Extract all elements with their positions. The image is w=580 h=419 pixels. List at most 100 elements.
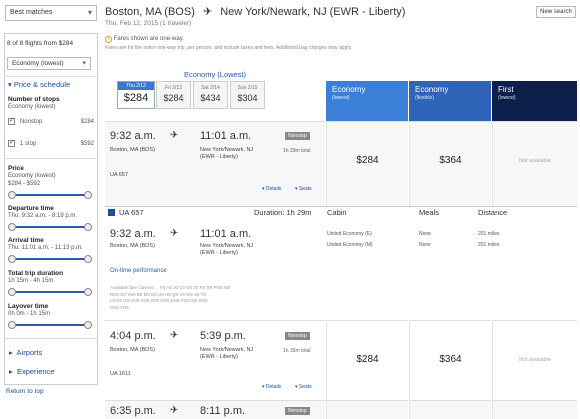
notice-line-1: i Fares shown are one-way. [105,36,577,43]
arrival-slider[interactable] [8,255,92,263]
cabin-select[interactable]: Economy (lowest) ▾ [7,57,91,70]
slider-track [11,291,89,293]
details-origin: Boston, MA (BOS) [110,243,155,249]
divider [4,338,98,339]
cabin-row-0-meals: None [419,231,431,237]
fare-price: $284 [356,354,379,365]
details-dest-line2: (EWR - Liberty) [200,250,238,256]
fare-classes-line-2: RN0 S0 YN9 B9 M9 E9 U9 H9 Q9 V9 W9 S9 T9 [110,291,206,297]
airplane-icon: ✈ [170,330,179,341]
cabin-row-1-cabin: United Economy (M) [327,242,373,248]
flight-number: UA 1611 [110,371,131,377]
fare-classes-line-3: L9 K9 G9 UN9 XN9 ZN9 NR0 DN9 PZ0 IN0 RN0 [110,298,208,303]
arrive-time: 8:11 p.m. [200,405,246,417]
arrival-filter-range: Thu. 11:01 a.m. - 11:13 p.m. [8,245,83,251]
slider-handle-min[interactable] [8,321,16,329]
slider-handle-max[interactable] [84,223,92,231]
fare-column-sub: (lowest) [498,95,516,101]
fare-column-economy-lowest[interactable]: Economy (lowest) [326,81,408,121]
nonstop-badge: Nonstop [285,407,310,415]
arrive-time: 5:39 p.m. [200,330,246,342]
fare-column-name: Economy [415,85,449,94]
details-link[interactable]: ▾ Details [262,186,281,192]
fare-cell-economy[interactable]: $284 [326,121,408,206]
seats-link[interactable]: ▾ Seats [295,186,312,192]
trip-duration: 1h 29m total [283,148,311,154]
details-flight-number: UA 657 [119,208,144,217]
fare-cell-flexible[interactable]: $364 [409,121,491,206]
divider [4,158,98,159]
cabin-row-0-cabin: United Economy (E) [327,231,372,237]
details-col-meals: Meals [419,208,440,217]
price-schedule-toggle[interactable]: ▾ Price & schedule [8,80,70,89]
on-time-performance-link[interactable]: On-time performance [110,268,167,274]
layover-slider[interactable] [8,321,92,329]
new-search-button[interactable]: New search [536,6,576,18]
details-link[interactable]: ▾ Details [262,384,281,390]
one-stop-checkbox[interactable] [8,138,15,147]
price-slider[interactable] [8,191,92,199]
date-tab-0[interactable]: Thu 2/12 $284 [117,81,155,109]
airplane-icon: ✈ [170,130,179,141]
fare-cell-flexible[interactable] [409,400,491,419]
depart-time: 6:35 p.m. [110,405,156,417]
airline-logo-icon [108,209,115,216]
fare-notice: i Fares shown are one-way. Fares are for… [105,36,577,56]
slider-handle-max[interactable] [84,288,92,296]
slider-handle-max[interactable] [84,321,92,329]
slider-handle-min[interactable] [8,288,16,296]
nonstop-badge: Nonstop [285,132,310,140]
notice-line-1-text: Fares shown are one-way. [113,36,184,42]
date-tab-price: $434 [200,93,221,103]
cabin-row-0-distance: 201 miles [478,231,500,237]
cabin-row-1-distance: 201 miles [478,242,500,248]
experience-label: Experience [16,367,55,376]
flight-count: 8 of 8 flights from $284 [7,40,74,47]
chevron-down-icon: ▾ [82,60,86,67]
details-col-distance: Distance [478,208,508,217]
airports-toggle[interactable]: ▸ Airports [9,348,42,357]
trip-duration: 1h 35m total [283,348,311,354]
fare-unavailable: Not available [519,357,551,363]
date-tab-price: $284 [163,93,184,103]
airplane-icon: ✈ [202,6,213,18]
slider-handle-min[interactable] [8,255,16,263]
fare-column-first-lowest[interactable]: First (lowest) [492,81,577,121]
info-icon: i [105,36,112,43]
fare-price: $364 [439,354,462,365]
date-tab-3[interactable]: Sun 2/15 $304 [230,81,265,109]
depart-time: 4:04 p.m. [110,330,156,342]
chevron-right-icon: ▸ [9,367,13,376]
stop-option-1stop[interactable]: 1 stop $592 [8,138,94,147]
route-title: Boston, MA (BOS) ✈ New York/Newark, NJ (… [105,5,405,18]
fare-cell-first [492,400,577,419]
return-to-top-link[interactable]: Return to top [6,388,44,395]
seats-link[interactable]: ▾ Seats [295,384,312,390]
slider-handle-max[interactable] [84,191,92,199]
fare-cell-flexible[interactable]: $364 [409,320,491,400]
fare-cell-economy[interactable] [326,400,408,419]
fare-column-name: First [498,85,514,94]
stop-option-nonstop[interactable]: Nonstop $284 [8,116,94,125]
slider-handle-max[interactable] [84,255,92,263]
slider-handle-min[interactable] [8,223,16,231]
sort-select[interactable]: Best matches ▾ [5,5,97,21]
divider [4,76,98,77]
chevron-right-icon: ▸ [9,348,13,357]
fare-column-economy-flexible[interactable]: Economy (flexible) [409,81,491,121]
airports-label: Airports [16,348,43,357]
chevron-down-icon: ▾ [87,8,92,17]
departure-slider[interactable] [8,223,92,231]
date-tab-1[interactable]: Fri 2/13 $284 [156,81,191,109]
slider-handle-min[interactable] [8,191,16,199]
price-filter-range: $284 - $592 [8,181,41,187]
nonstop-checkbox[interactable] [8,116,15,125]
destination-city: New York/Newark, NJ (EWR - Liberty) [220,6,406,18]
dest-airport-line2: (EWR - Liberty) [200,354,238,360]
experience-toggle[interactable]: ▸ Experience [9,367,54,376]
chevron-down-icon: ▾ [8,80,12,89]
date-tab-2[interactable]: Sat 2/14 $434 [193,81,228,109]
fare-cell-economy[interactable]: $284 [326,320,408,400]
airplane-icon: ✈ [170,228,179,239]
duration-slider[interactable] [8,288,92,296]
